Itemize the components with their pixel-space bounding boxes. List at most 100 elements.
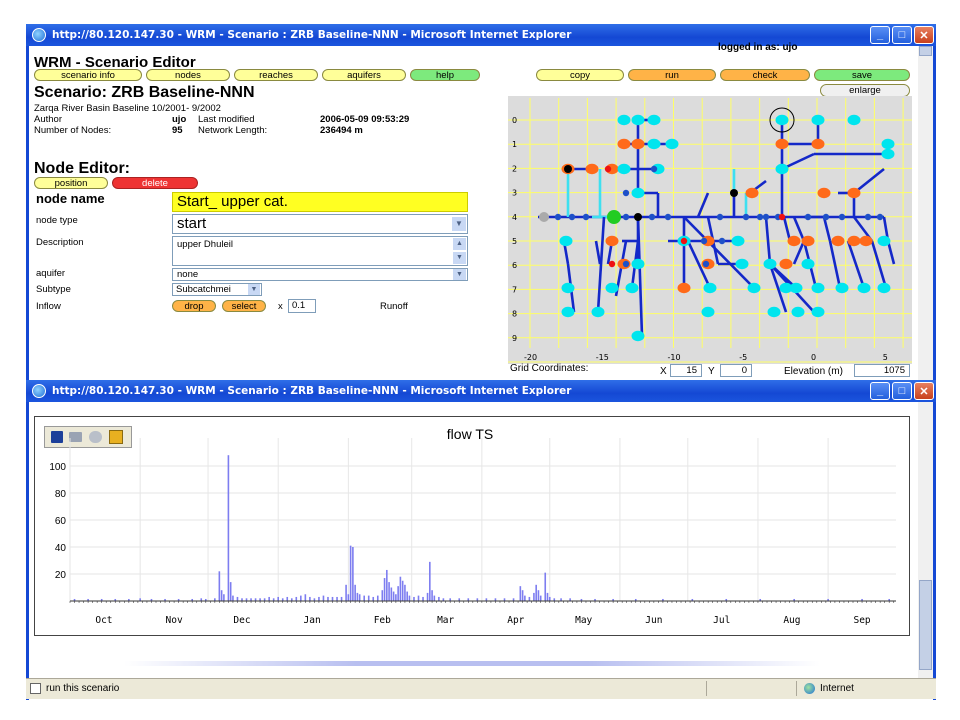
network-node[interactable] [767,306,781,318]
network-node[interactable] [877,235,891,247]
drop-button[interactable]: drop [172,300,216,312]
network-node[interactable] [730,189,738,197]
network-node[interactable] [817,187,831,199]
network-node[interactable] [745,187,759,199]
network-node[interactable] [847,235,861,247]
network-map[interactable]: 0123456789 -20-15-10-5051015202530 [508,96,912,364]
network-node[interactable] [677,282,691,294]
description-textarea[interactable]: upper Dhuleil ▲ ▼ [172,236,468,266]
select-button[interactable]: select [222,300,266,312]
junction-node[interactable] [762,213,770,221]
junction-node[interactable] [622,260,630,268]
network-node[interactable] [835,282,849,294]
check-button[interactable]: check [720,69,810,81]
network-node[interactable] [847,114,861,126]
junction-node[interactable] [700,237,708,245]
tab-aquifers[interactable]: aquifers [322,69,406,81]
network-node[interactable] [811,138,825,150]
close-icon[interactable]: ✕ [914,26,934,44]
page-scrollbar[interactable] [918,46,933,380]
network-node[interactable] [763,258,777,270]
network-node[interactable] [631,114,645,126]
junction-node[interactable] [568,213,576,221]
network-node[interactable] [701,306,715,318]
node-type-select[interactable]: start ▼ [172,214,468,234]
junction-node[interactable] [756,213,764,221]
maximize-icon[interactable]: □ [892,26,912,44]
junction-node[interactable] [742,213,750,221]
network-node[interactable] [811,114,825,126]
tab-reaches[interactable]: reaches [234,69,318,81]
network-node[interactable] [775,138,789,150]
copy-button[interactable]: copy [536,69,624,81]
network-node[interactable] [665,138,679,150]
chevron-down-icon[interactable]: ▼ [248,284,260,295]
window-title-bar[interactable]: http://80.120.147.30 - WRM - Scenario : … [26,24,936,46]
network-node[interactable] [847,187,861,199]
network-node[interactable] [631,330,645,342]
network-node[interactable] [779,258,793,270]
network-node[interactable] [811,306,825,318]
network-node[interactable] [617,138,631,150]
junction-node[interactable] [680,237,688,245]
network-node[interactable] [561,306,575,318]
junction-node[interactable] [822,213,830,221]
delete-button[interactable]: delete [112,177,198,189]
subtype-select[interactable]: Subcatchmei ▼ [172,283,262,296]
scroll-up-icon[interactable]: ▲ [453,238,466,250]
node-name-input[interactable]: Start_ upper cat. [172,192,468,212]
network-node[interactable] [647,138,661,150]
network-node[interactable] [617,114,631,126]
network-node[interactable] [859,235,873,247]
minimize-icon[interactable]: _ [870,382,890,400]
close-icon[interactable]: ✕ [914,382,934,400]
network-node[interactable] [591,306,605,318]
save-button[interactable]: save [814,69,910,81]
aquifer-select[interactable]: none ▼ [172,268,468,281]
junction-node[interactable] [876,213,884,221]
network-node[interactable] [735,258,749,270]
position-button[interactable]: position [34,177,108,189]
junction-node[interactable] [838,213,846,221]
chart-window-scrollbar[interactable] [918,402,933,678]
network-node[interactable] [731,235,745,247]
grid-x-input[interactable]: 15 [670,364,702,377]
network-node[interactable] [775,163,789,175]
junction-node[interactable] [582,213,590,221]
tab-scenario-info[interactable]: scenario info [34,69,142,81]
scrollbar-thumb[interactable] [919,580,932,670]
network-node[interactable] [881,138,895,150]
network-node[interactable] [787,235,801,247]
network-node[interactable] [559,235,573,247]
chevron-down-icon[interactable]: ▼ [452,217,466,231]
network-node[interactable] [631,258,645,270]
junction-node[interactable] [664,213,672,221]
network-node[interactable] [585,163,599,175]
chart-window-title-bar[interactable]: http://80.120.147.30 - WRM - Scenario : … [26,380,936,402]
junction-node[interactable] [622,213,630,221]
network-node[interactable] [789,282,803,294]
network-node[interactable] [801,235,815,247]
network-node[interactable] [564,165,572,173]
network-node[interactable] [607,210,621,224]
scroll-down-icon[interactable]: ▼ [453,252,466,264]
network-node[interactable] [539,212,549,222]
network-node[interactable] [561,282,575,294]
junction-node[interactable] [778,213,786,221]
tab-help[interactable]: help [410,69,480,81]
network-node[interactable] [605,282,619,294]
network-node[interactable] [631,138,645,150]
junction-node[interactable] [702,260,710,268]
junction-node[interactable] [608,260,616,268]
junction-node[interactable] [716,213,724,221]
junction-node[interactable] [650,165,658,173]
multiplier-input[interactable]: 0.1 [288,299,316,313]
network-node[interactable] [605,235,619,247]
scrollbar-thumb[interactable] [919,46,932,56]
junction-node[interactable] [622,189,630,197]
network-node[interactable] [647,114,661,126]
network-node[interactable] [703,282,717,294]
chevron-down-icon[interactable]: ▼ [453,269,466,280]
network-node[interactable] [881,148,895,160]
junction-node[interactable] [648,213,656,221]
